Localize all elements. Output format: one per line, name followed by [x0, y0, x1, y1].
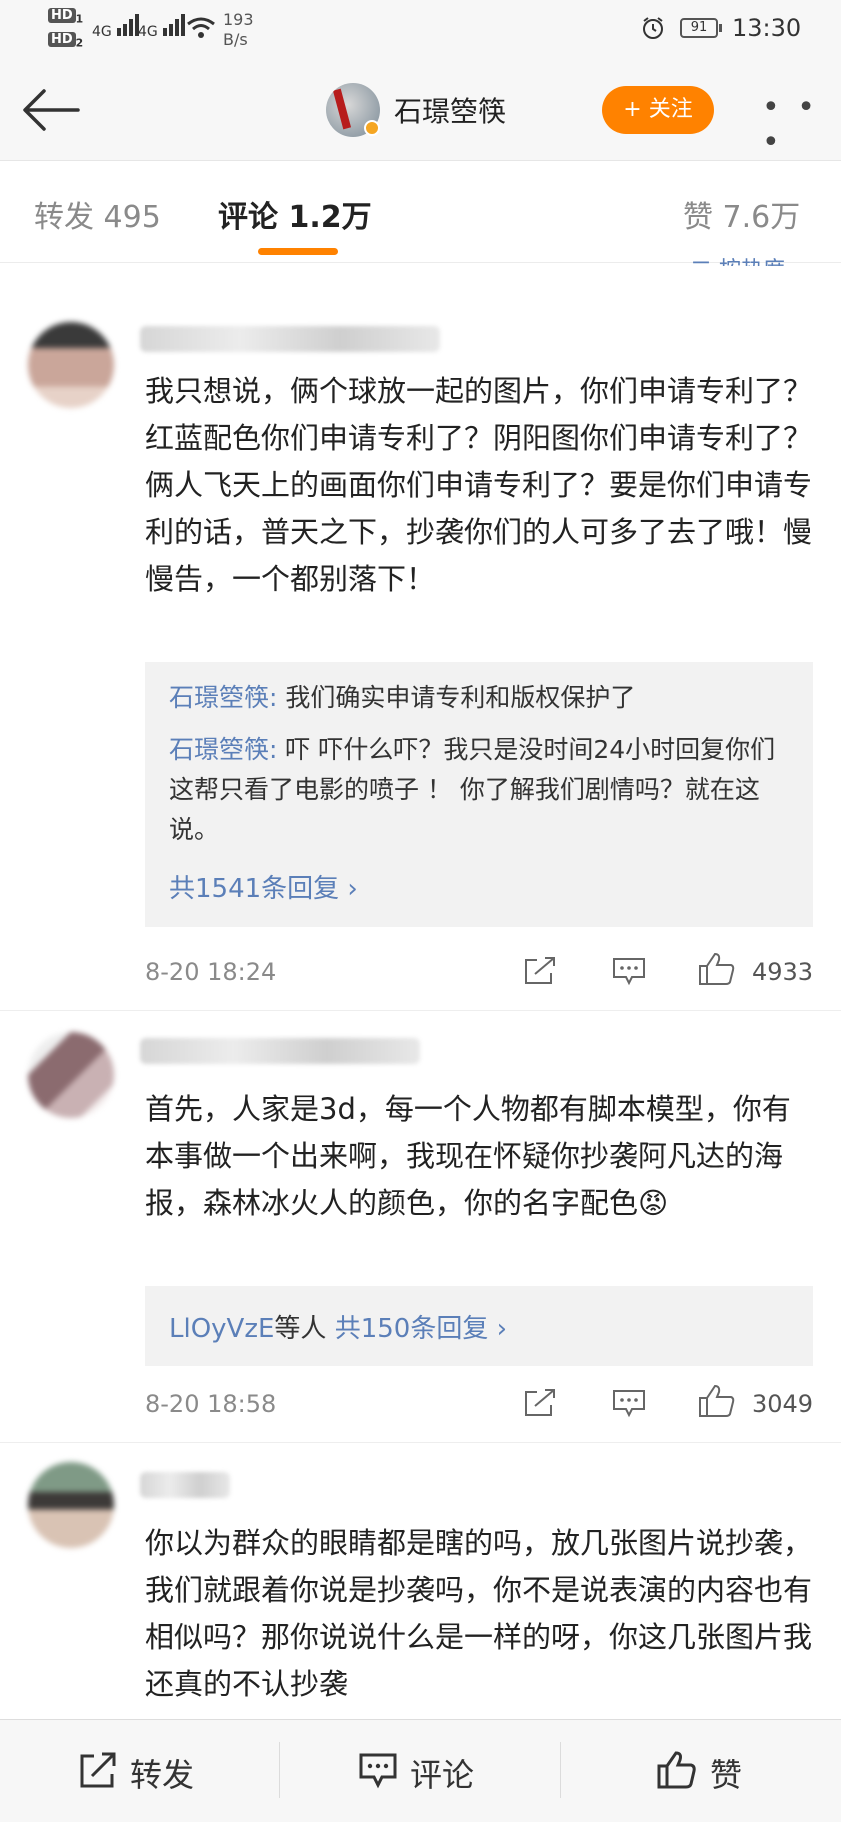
commenter-avatar[interactable] — [28, 322, 114, 408]
reply-author[interactable]: 石璟箜筷 — [169, 735, 269, 764]
clock: 13:30 — [732, 14, 802, 42]
net2-label: 4G — [138, 24, 158, 40]
divider — [0, 1442, 841, 1443]
reply-user-name[interactable]: LlOyVzE — [169, 1314, 274, 1344]
bottom-action-bar: 转发 评论 赞 — [0, 1719, 841, 1822]
active-tab-indicator — [258, 248, 338, 255]
reply-joiner: 等人 — [274, 1314, 327, 1344]
author-name[interactable]: 石璟箜筷 — [394, 90, 506, 130]
share-icon[interactable] — [523, 956, 557, 986]
hd2-sub: 2 — [75, 36, 84, 50]
comment-icon[interactable] — [612, 956, 646, 986]
commenter-name-blurred[interactable] — [140, 1472, 230, 1498]
signal-bars-icon — [163, 14, 186, 36]
repost-button[interactable]: 转发 — [130, 1750, 194, 1796]
like-icon[interactable] — [656, 1750, 696, 1790]
commenter-avatar[interactable] — [28, 1032, 114, 1118]
tab-repost[interactable]: 转发 495 — [34, 192, 161, 236]
commenter-name-blurred[interactable] — [140, 326, 440, 352]
more-replies-link[interactable]: 共1541条回复 › — [169, 868, 358, 905]
more-replies-count[interactable]: 共150条回复 › — [335, 1314, 507, 1344]
comment-time: 8-20 18:58 — [145, 1390, 277, 1418]
repost-icon[interactable] — [78, 1750, 118, 1790]
net1-label: 4G — [92, 24, 112, 40]
hd1-indicator: HD 1 — [48, 8, 83, 26]
back-arrow-icon[interactable] — [22, 88, 80, 132]
comment-text: 首先，人家是3d，每一个人物都有脚本模型，你有本事做一个出来啊，我现在怀疑你抄袭… — [145, 1092, 791, 1220]
reply-item: 石璟箜筷: 我们确实申请专利和版权保护了 — [169, 678, 799, 718]
net-speed-value: 193 — [223, 10, 254, 29]
more-options-icon[interactable]: • • • — [762, 90, 841, 160]
comment-icon[interactable] — [358, 1750, 398, 1790]
reply-item: 石璟箜筷: 吓 吓什么吓？我只是没时间24小时回复你们这帮只看了电影的喷子 ！ … — [169, 730, 799, 850]
share-icon[interactable] — [523, 1388, 557, 1418]
hd1-label: HD — [48, 8, 76, 23]
reply-author[interactable]: 石璟箜筷 — [169, 683, 269, 712]
comment-time: 8-20 18:24 — [145, 958, 277, 986]
comment-button[interactable]: 评论 — [410, 1750, 474, 1796]
tab-bar: 转发 495 评论 1.2万 赞 7.6万 — [0, 162, 841, 263]
reply-preview-box[interactable]: LlOyVzE等人 共150条回复 › — [145, 1286, 813, 1366]
verified-badge-icon — [364, 120, 380, 136]
divider — [560, 1742, 561, 1798]
wifi-icon — [187, 17, 215, 38]
battery-indicator: 91 — [680, 18, 722, 38]
tab-comments[interactable]: 评论 1.2万 — [218, 192, 372, 236]
comment-text: 你以为群众的眼睛都是瞎的吗，放几张图片说抄袭，我们就跟着你说是抄袭吗，你不是说表… — [145, 1526, 813, 1701]
comment-text: 我只想说，俩个球放一起的图片，你们申请专利了？红蓝配色你们申请专利了？阴阳图你们… — [145, 374, 813, 596]
tab-likes[interactable]: 赞 7.6万 — [683, 192, 800, 236]
divider — [0, 1010, 841, 1011]
alarm-icon — [643, 17, 663, 39]
commenter-name-blurred[interactable] — [140, 1038, 420, 1064]
hd1-sub: 1 — [75, 12, 84, 26]
signal-1: 4G — [92, 14, 142, 40]
like-button[interactable]: 赞 — [710, 1750, 742, 1796]
hd2-indicator: HD 2 — [48, 32, 83, 50]
thumbs-up-icon[interactable] — [698, 952, 736, 986]
sort-option-partial[interactable]: 二 按热度 — [690, 252, 785, 266]
net-speed: 193 B/s — [223, 10, 254, 50]
reply-text: 我们确实申请专利和版权保护了 — [285, 683, 636, 712]
like-count: 3049 — [752, 1390, 814, 1418]
header: 石璟箜筷 + 关注 • • • — [0, 60, 841, 161]
more-replies-link[interactable]: LlOyVzE等人 共150条回复 › — [169, 1308, 507, 1345]
thumbs-up-icon[interactable] — [698, 1384, 736, 1418]
hd2-label: HD — [48, 32, 76, 47]
like-count: 4933 — [752, 958, 814, 986]
net-speed-unit: B/s — [223, 30, 248, 49]
reply-separator: : — [269, 735, 286, 764]
reply-separator: : — [269, 683, 286, 712]
divider — [279, 1742, 280, 1798]
comment-icon[interactable] — [612, 1388, 646, 1418]
commenter-avatar[interactable] — [28, 1462, 114, 1548]
status-bar: HD 1 HD 2 4G 4G 193 B/s 91 13:30 — [0, 0, 841, 60]
signal-2: 4G — [138, 14, 188, 40]
follow-button[interactable]: + 关注 — [602, 86, 714, 134]
reply-preview-box[interactable]: 石璟箜筷: 我们确实申请专利和版权保护了 石璟箜筷: 吓 吓什么吓？我只是没时间… — [145, 662, 813, 927]
